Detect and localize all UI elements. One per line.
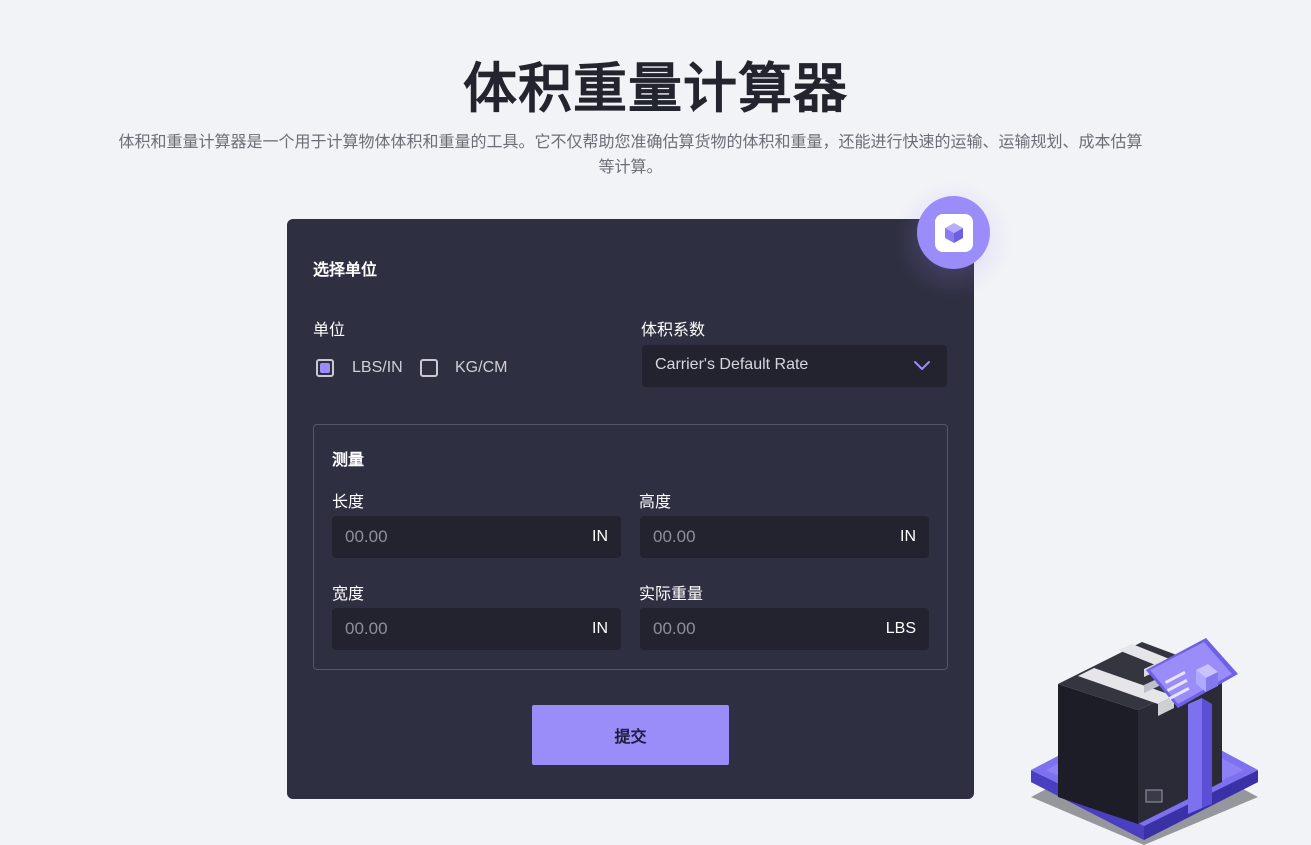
actual-weight-placeholder: 00.00 — [653, 619, 696, 638]
length-unit: IN — [592, 528, 608, 545]
section-title-measure: 测量 — [332, 450, 365, 469]
length-label: 长度 — [332, 492, 365, 511]
cube-icon — [944, 222, 963, 243]
factor-select[interactable]: Carrier's Default Rate — [642, 345, 947, 387]
chevron-down-icon[interactable] — [913, 358, 931, 372]
section-title-unit: 选择单位 — [313, 260, 378, 279]
factor-label: 体积系数 — [641, 320, 706, 339]
height-label: 高度 — [639, 492, 672, 511]
page: 体积重量计算器 体积和重量计算器是一个用于计算物体体积和重量的工具。它不仅帮助您… — [0, 0, 1311, 845]
checkbox-label-lbs-in[interactable]: LBS/IN — [352, 359, 403, 377]
height-unit: IN — [900, 528, 916, 545]
cube-badge-inner — [934, 213, 973, 252]
package-on-scale-illustration — [1031, 638, 1258, 845]
actual-weight-label: 实际重量 — [639, 584, 704, 603]
checkbox-fill — [320, 363, 330, 373]
actual-weight-input[interactable]: 00.00 LBS — [640, 608, 929, 650]
cube-badge — [917, 196, 990, 269]
width-unit: IN — [592, 620, 608, 637]
width-placeholder: 00.00 — [345, 619, 388, 638]
height-input[interactable]: 00.00 IN — [640, 516, 929, 558]
page-title: 体积重量计算器 — [463, 57, 848, 120]
width-input[interactable]: 00.00 IN — [332, 608, 621, 650]
factor-select-value: Carrier's Default Rate — [655, 356, 809, 373]
length-placeholder: 00.00 — [345, 527, 388, 546]
checkbox-kg-cm[interactable] — [420, 359, 438, 377]
submit-button[interactable]: 提交 — [532, 705, 729, 765]
page-subtitle: 体积和重量计算器是一个用于计算物体体积和重量的工具。它不仅帮助您准确估算货物的体… — [118, 132, 1143, 176]
width-label: 宽度 — [332, 584, 365, 603]
length-input[interactable]: 00.00 IN — [332, 516, 621, 558]
checkbox-lbs-in[interactable] — [316, 359, 334, 377]
actual-weight-unit: LBS — [885, 620, 916, 637]
checkbox-label-kg-cm[interactable]: KG/CM — [455, 359, 507, 377]
unit-label: 单位 — [313, 320, 346, 339]
height-placeholder: 00.00 — [653, 527, 696, 546]
